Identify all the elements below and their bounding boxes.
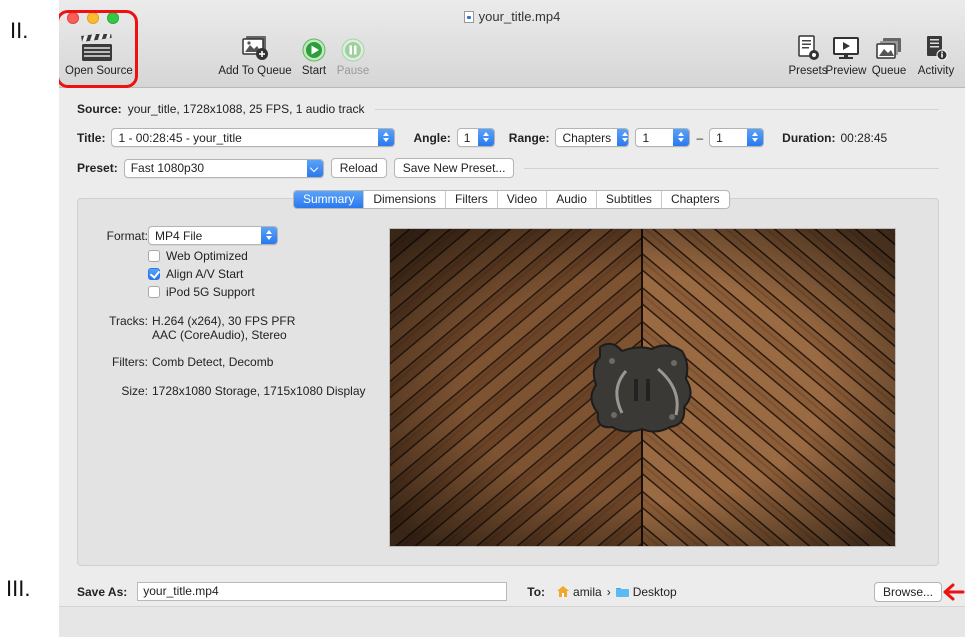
divider — [524, 167, 939, 169]
updown-arrows-icon — [747, 129, 764, 146]
preview-button[interactable]: Preview — [821, 32, 871, 77]
tab-filters[interactable]: Filters — [446, 191, 498, 208]
title-row: Title: 1 - 00:28:45 - your_title Angle: … — [77, 128, 887, 147]
preset-row: Preset: Fast 1080p30 Reload Save New Pre… — [77, 158, 939, 178]
tracks-video: H.264 (x264), 30 FPS PFR — [152, 314, 296, 328]
updown-arrows-icon — [378, 129, 395, 146]
checkbox-box — [148, 286, 160, 298]
folder-icon — [615, 587, 629, 597]
titlebar-toolbar: your_title.mp4 Open Source Add To Queue … — [59, 0, 965, 88]
tab-chapters[interactable]: Chapters — [662, 191, 729, 208]
handbrake-window: your_title.mp4 Open Source Add To Queue … — [59, 0, 965, 637]
home-icon — [557, 586, 570, 597]
chevron-down-icon — [306, 159, 323, 177]
start-button[interactable]: Start — [297, 32, 331, 77]
queue-button[interactable]: Queue — [869, 32, 909, 77]
annotation-arrow-icon — [943, 583, 965, 601]
settings-tabs: Summary Dimensions Filters Video Audio S… — [293, 190, 730, 209]
status-bar — [59, 606, 965, 637]
pause-icon — [341, 38, 365, 62]
queue-icon — [876, 38, 901, 59]
save-as-row: Save As: your_title.mp4 To: amila › Desk… — [77, 582, 943, 602]
reload-preset-button[interactable]: Reload — [330, 158, 387, 178]
save-as-input[interactable]: your_title.mp4 — [137, 582, 508, 601]
add-to-queue-icon — [242, 36, 268, 60]
preview-image — [389, 228, 896, 547]
save-new-preset-button[interactable]: Save New Preset... — [393, 158, 515, 178]
tab-subtitles[interactable]: Subtitles — [597, 191, 662, 208]
checkbox-box — [148, 250, 160, 262]
activity-log-icon — [927, 36, 948, 61]
filters-label: Filters: — [112, 355, 148, 369]
tracks-label: Tracks: — [109, 314, 148, 328]
format-popup[interactable]: MP4 File — [148, 226, 278, 245]
tab-audio[interactable]: Audio — [547, 191, 597, 208]
align-av-start-checkbox[interactable]: Align A/V Start — [148, 267, 243, 281]
wooden-door-picture — [390, 229, 895, 546]
activity-button[interactable]: Activity — [911, 32, 961, 77]
annotation-step-ii: II. — [10, 18, 29, 43]
format-label: Format: — [106, 229, 148, 243]
annotation-step-iii: III. — [6, 576, 31, 601]
angle-popup[interactable]: 1 — [456, 128, 495, 147]
annotation-highlight-open-source — [59, 10, 138, 88]
checkmark-icon — [148, 268, 160, 280]
range-type-popup[interactable]: Chapters — [555, 128, 630, 147]
range-end-popup[interactable]: 1 — [709, 128, 765, 147]
updown-arrows-icon — [617, 129, 629, 146]
source-row: Source: your_title, 1728x1088, 25 FPS, 1… — [77, 102, 939, 116]
updown-arrows-icon — [261, 227, 277, 244]
tracks-audio: AAC (CoreAudio), Stereo — [152, 328, 287, 342]
presets-icon — [798, 35, 819, 60]
size-value: 1728x1080 Storage, 1715x1080 Display — [152, 384, 366, 398]
updown-arrows-icon — [673, 129, 690, 146]
divider — [374, 108, 939, 110]
size-label: Size: — [121, 384, 148, 398]
updown-arrows-icon — [477, 129, 494, 146]
preset-popup[interactable]: Fast 1080p30 — [123, 158, 324, 178]
range-start-popup[interactable]: 1 — [635, 128, 691, 147]
document-icon — [463, 11, 474, 23]
web-optimized-checkbox[interactable]: Web Optimized — [148, 249, 248, 263]
filters-value: Comb Detect, Decomb — [152, 355, 274, 369]
browse-button[interactable]: Browse... — [874, 582, 943, 602]
tab-dimensions[interactable]: Dimensions — [364, 191, 447, 208]
destination-path[interactable]: amila › Desktop — [557, 585, 677, 599]
add-to-queue-button[interactable]: Add To Queue — [217, 32, 293, 77]
pause-button[interactable]: Pause — [335, 32, 371, 77]
tab-video[interactable]: Video — [498, 191, 548, 208]
tab-summary[interactable]: Summary — [294, 191, 365, 208]
play-icon — [302, 38, 326, 62]
window-title: your_title.mp4 — [59, 9, 965, 24]
monitor-icon — [833, 37, 859, 59]
title-popup[interactable]: 1 - 00:28:45 - your_title — [111, 128, 396, 147]
ipod-5g-support-checkbox[interactable]: iPod 5G Support — [148, 285, 255, 299]
